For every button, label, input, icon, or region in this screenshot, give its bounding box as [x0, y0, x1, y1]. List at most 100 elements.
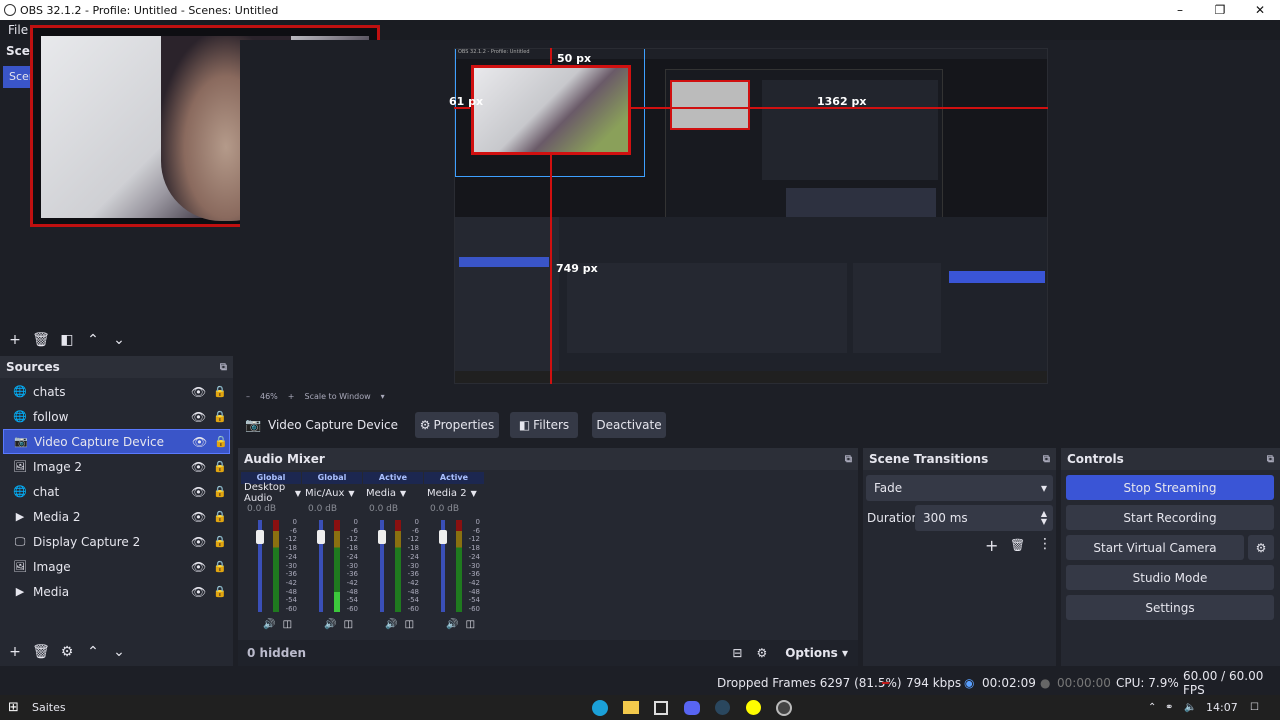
monitor-off-icon[interactable]: ◫	[283, 619, 292, 630]
filter-icon[interactable]: ◧	[54, 332, 80, 348]
deactivate-button[interactable]: Deactivate	[592, 412, 666, 438]
zoom-out-icon[interactable]: –	[246, 392, 250, 401]
settings-button[interactable]: Settings	[1066, 595, 1274, 620]
monitor-off-icon[interactable]: ◫	[466, 619, 475, 630]
lock-icon[interactable]: 🔒	[213, 535, 227, 548]
source-item[interactable]: 🖼 Image 2 👁 🔒	[3, 454, 230, 479]
hidden-count[interactable]: 0 hidden	[247, 646, 306, 660]
windows-start-icon[interactable]: ⊞	[8, 700, 19, 715]
apps-icon[interactable]	[654, 700, 668, 715]
lock-icon[interactable]: 🔒	[213, 460, 227, 473]
layout-icon[interactable]: ⊟	[732, 646, 742, 660]
snapchat-icon[interactable]	[746, 700, 761, 715]
preview-canvas[interactable]: OBS 32.1.2 - Profile: Untitled	[454, 48, 1048, 384]
properties-button[interactable]: ⚙ Properties	[415, 412, 499, 438]
add-icon[interactable]: +	[985, 536, 998, 555]
taskbar-clock[interactable]: 14:07	[1206, 701, 1238, 714]
mute-icon[interactable]: 🔊	[385, 619, 397, 630]
zoom-in-icon[interactable]: +	[288, 392, 295, 401]
channel-name[interactable]: Media ▼	[363, 484, 423, 502]
volume-slider-handle[interactable]	[317, 529, 325, 544]
chevron-down-icon[interactable]: ▼	[295, 489, 301, 498]
lock-icon[interactable]: 🔒	[213, 410, 227, 423]
start-virtual-camera-button[interactable]: Start Virtual Camera	[1066, 535, 1244, 560]
mute-icon[interactable]: 🔊	[263, 619, 275, 630]
chevron-down-icon[interactable]: ▼	[400, 489, 406, 498]
volume-slider-handle[interactable]	[439, 529, 447, 544]
volume-icon[interactable]: 🔈	[1184, 702, 1196, 713]
trash-icon[interactable]: 🗑	[28, 332, 54, 348]
lock-icon[interactable]: 🔒	[213, 385, 227, 398]
undock-icon[interactable]: ⧉	[845, 454, 852, 465]
source-item[interactable]: ▶ Media 2 👁 🔒	[3, 504, 230, 529]
source-item[interactable]: 🖼 Image 👁 🔒	[3, 554, 230, 579]
steam-icon[interactable]	[715, 700, 730, 715]
monitor-off-icon[interactable]: ◫	[405, 619, 414, 630]
discord-icon[interactable]	[684, 700, 700, 715]
wifi-icon[interactable]: ⚭	[1165, 702, 1173, 713]
visibility-icon[interactable]: 👁	[191, 560, 206, 574]
visibility-icon[interactable]: 👁	[191, 585, 206, 599]
maximize-icon[interactable]: ❐	[1200, 3, 1240, 17]
channel-name[interactable]: Desktop Audio ▼	[241, 482, 301, 504]
source-item[interactable]: 🌐 follow 👁 🔒	[3, 404, 230, 429]
undock-icon[interactable]: ⧉	[1267, 454, 1274, 465]
stop-streaming-button[interactable]: Stop Streaming	[1066, 475, 1274, 500]
channel-name[interactable]: Mic/Aux ▼	[302, 484, 362, 502]
source-item[interactable]: 🌐 chats 👁 🔒	[3, 379, 230, 404]
mute-icon[interactable]: 🔊	[446, 619, 458, 630]
more-icon[interactable]: ⋮	[1038, 536, 1052, 552]
lock-icon[interactable]: 🔒	[214, 435, 228, 448]
source-item[interactable]: ▶ Media 👁 🔒	[3, 579, 230, 604]
visibility-icon[interactable]: 👁	[191, 460, 206, 474]
chevron-down-icon[interactable]: ▾	[381, 392, 385, 401]
chevron-down-icon[interactable]: ▼	[348, 489, 354, 498]
minimize-icon[interactable]: –	[1160, 3, 1200, 17]
channel-name[interactable]: Media 2 ▼	[424, 484, 484, 502]
chevron-down-icon[interactable]: ▼	[471, 489, 477, 498]
visibility-icon[interactable]: 👁	[191, 485, 206, 499]
visibility-icon[interactable]: 👁	[191, 535, 206, 549]
notification-icon[interactable]: ☐	[1250, 702, 1259, 713]
tray-chevron-icon[interactable]: ⌃	[1148, 702, 1156, 713]
add-icon[interactable]: +	[2, 332, 28, 348]
obs-taskbar-icon[interactable]	[776, 699, 792, 716]
taskbar-weather[interactable]: Saites	[32, 701, 66, 714]
advanced-audio-icon[interactable]: ⚙	[756, 646, 767, 660]
gear-icon[interactable]: ⚙	[54, 644, 80, 660]
studio-mode-button[interactable]: Studio Mode	[1066, 565, 1274, 590]
move-up-icon[interactable]: ⌃	[80, 332, 106, 348]
undock-icon[interactable]: ⧉	[1043, 454, 1050, 465]
lock-icon[interactable]: 🔒	[213, 560, 227, 573]
move-down-icon[interactable]: ⌄	[106, 332, 132, 348]
edge-icon[interactable]	[592, 699, 608, 716]
preview-area[interactable]: OBS 32.1.2 - Profile: Untitled 50 px 61 …	[240, 40, 1280, 401]
filters-button[interactable]: ◧ Filters	[510, 412, 578, 438]
move-down-icon[interactable]: ⌄	[106, 644, 132, 660]
start-recording-button[interactable]: Start Recording	[1066, 505, 1274, 530]
mixer-options-button[interactable]: Options ▾	[785, 646, 848, 660]
scale-mode-select[interactable]: Scale to Window	[304, 392, 370, 401]
virtual-camera-settings-button[interactable]: ⚙	[1248, 535, 1274, 560]
explorer-icon[interactable]	[623, 701, 639, 714]
move-up-icon[interactable]: ⌃	[80, 644, 106, 660]
undock-icon[interactable]: ⧉	[220, 362, 227, 373]
transition-select[interactable]: Fade ▾	[866, 475, 1053, 501]
visibility-icon[interactable]: 👁	[191, 410, 206, 424]
add-icon[interactable]: +	[2, 644, 28, 660]
mute-icon[interactable]: 🔊	[324, 619, 336, 630]
lock-icon[interactable]: 🔒	[213, 510, 227, 523]
stepper-icon[interactable]: ▲ ▼	[1041, 510, 1047, 526]
source-item[interactable]: 📷 Video Capture Device 👁 🔒	[3, 429, 230, 454]
close-icon[interactable]: ✕	[1240, 3, 1280, 17]
trash-icon[interactable]: 🗑	[1010, 538, 1025, 552]
scene-item-active[interactable]: Scer	[3, 66, 33, 88]
monitor-off-icon[interactable]: ◫	[344, 619, 353, 630]
lock-icon[interactable]: 🔒	[213, 585, 227, 598]
volume-slider-handle[interactable]	[378, 529, 386, 544]
trash-icon[interactable]: 🗑	[28, 644, 54, 660]
source-item[interactable]: 🌐 chat 👁 🔒	[3, 479, 230, 504]
lock-icon[interactable]: 🔒	[213, 485, 227, 498]
source-item[interactable]: 🖵 Display Capture 2 👁 🔒	[3, 529, 230, 554]
visibility-icon[interactable]: 👁	[191, 510, 206, 524]
